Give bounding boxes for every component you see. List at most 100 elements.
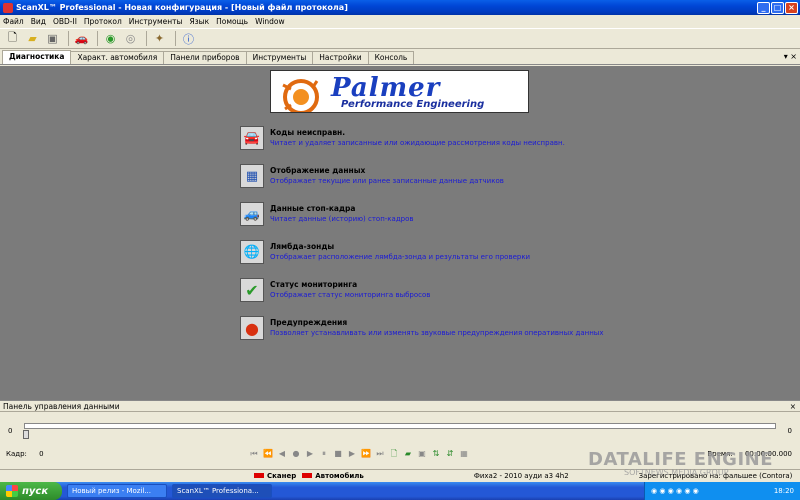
alarm-icon[interactable]: ●: [240, 316, 264, 340]
pause-icon[interactable]: ⏸: [318, 448, 330, 459]
window-title: ScanXL™ Professional - Новая конфигураци…: [16, 3, 348, 12]
import-icon[interactable]: ⇵: [444, 448, 456, 459]
record-icon[interactable]: ●: [290, 448, 302, 459]
menu-file[interactable]: Файл: [3, 17, 24, 26]
scanner-label: Сканер: [267, 471, 297, 480]
feature-item[interactable]: ▦ Отображение данных Отображает текущие …: [240, 164, 603, 202]
feature-title[interactable]: Предупреждения: [270, 318, 603, 327]
tab-settings[interactable]: Настройки: [312, 51, 369, 64]
slider-min-label: 0: [8, 427, 13, 435]
clock[interactable]: 18:20: [774, 487, 794, 495]
toolbar-separator: [175, 31, 176, 46]
tab-console[interactable]: Консоль: [367, 51, 415, 64]
disconnect-icon[interactable]: ◎: [122, 30, 139, 47]
close-button[interactable]: ×: [785, 1, 798, 14]
tab-diagnostics[interactable]: Диагностика: [2, 50, 72, 64]
feature-description: Отображает текущие или ранее записанные …: [270, 177, 504, 185]
settings-icon[interactable]: ✦: [151, 30, 168, 47]
vehicle-status-indicator: [302, 473, 313, 478]
frame-value: 0: [39, 450, 44, 458]
data-panel-title-text: Панель управления данными: [3, 402, 120, 411]
menu-window[interactable]: Window: [255, 17, 285, 26]
tab-dashboards[interactable]: Панели приборов: [163, 51, 247, 64]
menu-obd[interactable]: OBD-II: [53, 17, 77, 26]
toolbar-separator: [68, 31, 69, 46]
car-icon[interactable]: 🚗: [73, 30, 90, 47]
frame-readout: Кадр: 0: [6, 450, 44, 458]
feature-title[interactable]: Данные стоп-кадра: [270, 204, 414, 213]
menu-help[interactable]: Помощь: [216, 17, 248, 26]
open-log-icon[interactable]: ▰: [402, 448, 414, 459]
feature-item[interactable]: ✔ Статус мониторинга Отображает статус м…: [240, 278, 603, 316]
last-frame-icon[interactable]: ⏭: [374, 448, 386, 459]
slider-track[interactable]: [24, 423, 776, 429]
fast-forward-icon[interactable]: ⏩: [360, 448, 372, 459]
slider-thumb[interactable]: [23, 430, 29, 439]
feature-item[interactable]: 🚘 Коды неисправн. Читает и удаляет запис…: [240, 126, 603, 164]
car-fault-icon[interactable]: 🚘: [240, 126, 264, 150]
watermark-title: DATALIFE ENGINE: [588, 449, 774, 470]
grid-icon[interactable]: ▦: [458, 448, 470, 459]
toolbar-separator: [146, 31, 147, 46]
menu-tools[interactable]: Инструменты: [129, 17, 183, 26]
taskbar-task-scanxl[interactable]: ScanXL™ Professiona...: [172, 484, 272, 498]
save-log-icon[interactable]: ▣: [416, 448, 428, 459]
stop-icon[interactable]: ■: [332, 448, 344, 459]
save-icon[interactable]: ▣: [44, 30, 61, 47]
open-folder-icon[interactable]: ▰: [24, 30, 41, 47]
menu-view[interactable]: Вид: [31, 17, 46, 26]
connect-icon[interactable]: ◉: [102, 30, 119, 47]
menu-language[interactable]: Язык: [189, 17, 209, 26]
main-panel: Palmer Performance Engineering 🚘 Коды не…: [0, 66, 800, 400]
export-icon[interactable]: ⇅: [430, 448, 442, 459]
feature-title[interactable]: Коды неисправн.: [270, 128, 565, 137]
feature-title[interactable]: Отображение данных: [270, 166, 504, 175]
close-icon[interactable]: ×: [790, 401, 796, 412]
timeline-slider[interactable]: 0 0: [0, 421, 800, 441]
frame-label: Кадр:: [6, 450, 27, 458]
title-bar: ScanXL™ Professional - Новая конфигураци…: [0, 0, 800, 15]
tab-vehicle-specs[interactable]: Характ. автомобиля: [70, 51, 165, 64]
checkmark-icon[interactable]: ✔: [240, 278, 264, 302]
freeze-frame-icon[interactable]: 🚙: [240, 202, 264, 226]
feature-title[interactable]: Лямбда-зонды: [270, 242, 530, 251]
feature-item[interactable]: 🚙 Данные стоп-кадра Читает данные (истор…: [240, 202, 603, 240]
tab-menu-icon[interactable]: ▾ ×: [784, 52, 797, 61]
toolbar-separator: [97, 31, 98, 46]
app-icon: [3, 2, 13, 13]
slider-max-label: 0: [787, 427, 792, 435]
system-tray: ◉ ◉ ◉ ◉ ◉ ◉ 18:20: [644, 482, 800, 500]
feature-description: Читает и удаляет записанные или ожидающи…: [270, 139, 565, 147]
minimize-button[interactable]: _: [757, 1, 770, 14]
feature-description: Отображает статус мониторинга выбросов: [270, 291, 431, 299]
feature-item[interactable]: ● Предупреждения Позволяет устанавливать…: [240, 316, 603, 354]
tray-icons[interactable]: ◉ ◉ ◉ ◉ ◉ ◉: [651, 487, 699, 495]
start-label: пуск: [22, 485, 49, 497]
scanner-status: Сканер: [254, 472, 296, 480]
start-button[interactable]: пуск: [0, 482, 62, 500]
step-forward-icon[interactable]: ▶: [346, 448, 358, 459]
menu-protocol[interactable]: Протокол: [84, 17, 122, 26]
file-name: Фиxa2 - 2010 ауди a3 4h2: [473, 471, 569, 480]
tab-tools[interactable]: Инструменты: [245, 51, 314, 64]
new-log-icon[interactable]: 🗋: [388, 448, 400, 459]
watermark: DATALIFE ENGINE SOFTNEWS MEDIA GROUP: [588, 449, 773, 477]
feature-item[interactable]: 🌐 Лямбда-зонды Отображает расположение л…: [240, 240, 603, 278]
data-panel-title: Панель управления данными ×: [0, 401, 800, 412]
first-frame-icon[interactable]: ⏮: [248, 448, 260, 459]
data-display-icon[interactable]: ▦: [240, 164, 264, 188]
taskbar-task-browser[interactable]: Новый релиз - Mozil...: [67, 484, 167, 498]
logo-subtitle: Performance Engineering: [341, 99, 485, 110]
feature-description: Позволяет устанавливать или изменять зву…: [270, 329, 604, 337]
info-icon[interactable]: ⓘ: [180, 30, 197, 47]
rewind-icon[interactable]: ⏪: [262, 448, 274, 459]
scanner-status-indicator: [254, 473, 264, 478]
maximize-button[interactable]: □: [771, 1, 784, 14]
play-icon[interactable]: ▶: [304, 448, 316, 459]
gear-logo-icon: [282, 79, 319, 112]
feature-title[interactable]: Статус мониторинга: [270, 280, 430, 289]
new-file-icon[interactable]: 🗋: [4, 30, 21, 47]
step-back-icon[interactable]: ◀: [276, 448, 288, 459]
feature-description: Читает данные (историю) стоп-кадров: [270, 215, 414, 223]
lambda-icon[interactable]: 🌐: [240, 240, 264, 264]
